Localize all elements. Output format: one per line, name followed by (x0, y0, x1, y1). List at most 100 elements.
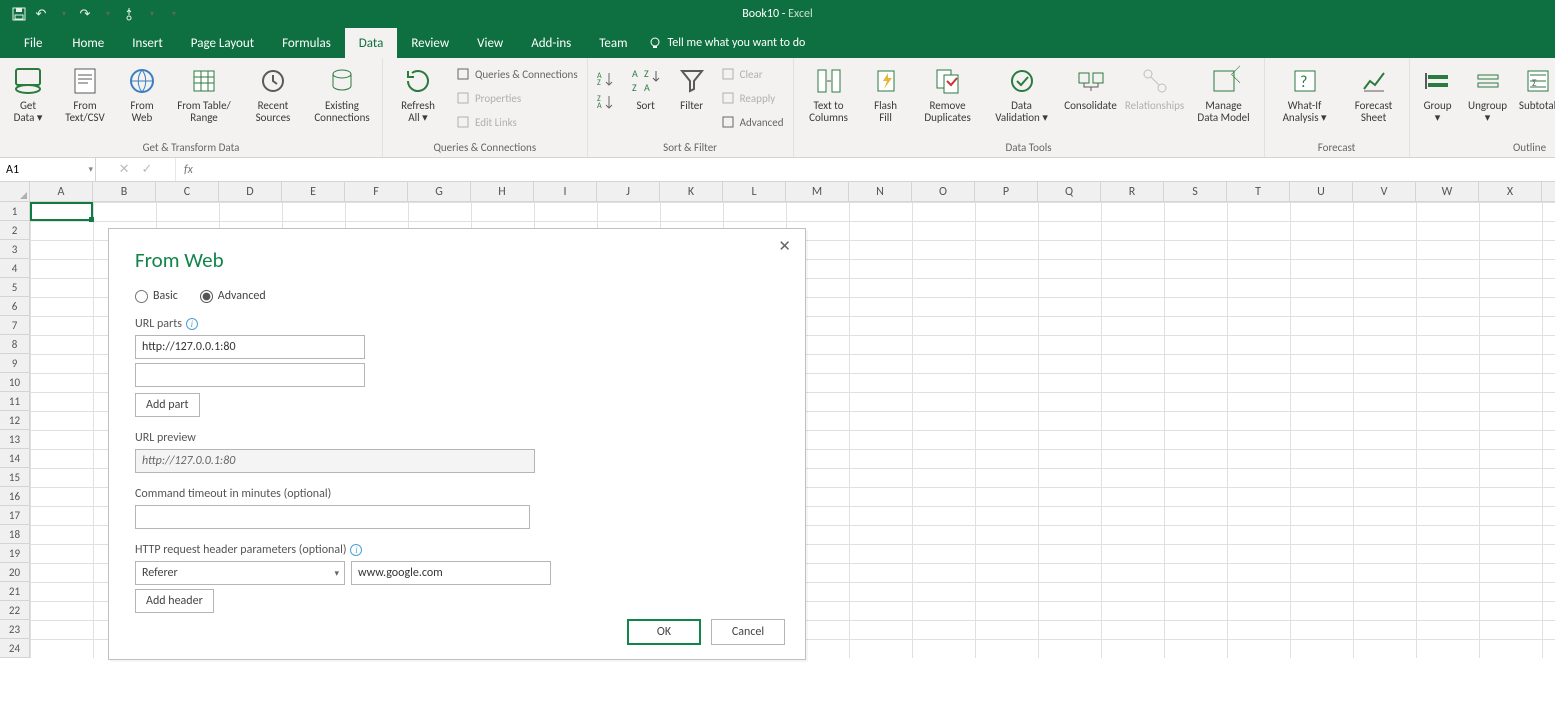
undo-icon[interactable]: ↶ (32, 5, 50, 23)
subtotal-button[interactable]: ΣSubtotal (1514, 61, 1555, 139)
enter-icon[interactable]: ✓ (142, 162, 153, 177)
tab-team[interactable]: Team (585, 28, 641, 58)
tab-data[interactable]: Data (345, 28, 398, 58)
from-table-range-button[interactable]: From Table/Range (168, 61, 240, 139)
close-icon[interactable]: ✕ (772, 235, 797, 258)
row-header[interactable]: 13 (0, 430, 30, 449)
flash-fill-button[interactable]: FlashFill (862, 61, 910, 139)
column-header[interactable]: P (975, 182, 1038, 201)
header-key-combo[interactable]: Referer ▾ (135, 561, 345, 585)
row-header[interactable]: 10 (0, 373, 30, 392)
column-header[interactable]: I (534, 182, 597, 201)
tab-file[interactable]: File (8, 28, 58, 58)
refresh-all-button[interactable]: RefreshAll ▾ (387, 61, 449, 139)
column-header[interactable]: K (660, 182, 723, 201)
active-cell[interactable] (30, 202, 93, 221)
column-header[interactable]: N (849, 182, 912, 201)
column-header[interactable]: O (912, 182, 975, 201)
basic-radio[interactable]: Basic (135, 289, 178, 303)
from-text-csv-button[interactable]: FromText/CSV (54, 61, 116, 139)
touch-mode-icon[interactable] (120, 5, 138, 23)
column-header[interactable]: M (786, 182, 849, 201)
existing-connections-button[interactable]: ExistingConnections (306, 61, 378, 139)
chevron-down-icon[interactable]: ▾ (88, 164, 93, 175)
tab-home[interactable]: Home (58, 28, 118, 58)
row-header[interactable]: 11 (0, 392, 30, 411)
row-header[interactable]: 1 (0, 202, 30, 221)
select-all-corner[interactable] (0, 182, 30, 201)
column-header[interactable]: F (345, 182, 408, 201)
row-header[interactable]: 14 (0, 449, 30, 468)
what-if-analysis-button[interactable]: ?What-IfAnalysis ▾ (1269, 61, 1341, 139)
tab-page-layout[interactable]: Page Layout (177, 28, 268, 58)
tab-insert[interactable]: Insert (118, 28, 177, 58)
timeout-input[interactable] (135, 505, 530, 529)
row-header[interactable]: 22 (0, 601, 30, 620)
column-header[interactable]: L (723, 182, 786, 201)
row-header[interactable]: 9 (0, 354, 30, 373)
cancel-icon[interactable]: ✕ (119, 162, 130, 177)
text-to-columns-button[interactable]: Text toColumns (798, 61, 860, 139)
ungroup-button[interactable]: Ungroup▾ (1464, 61, 1512, 139)
column-header[interactable]: W (1416, 182, 1479, 201)
row-header[interactable]: 12 (0, 411, 30, 430)
recent-sources-button[interactable]: RecentSources (242, 61, 304, 139)
touch-dropdown-icon[interactable] (142, 5, 160, 23)
queries-connections-button[interactable]: Queries & Connections (451, 63, 583, 85)
column-header[interactable]: X (1479, 182, 1542, 201)
sort-za-button[interactable]: AZ (592, 90, 618, 113)
url-part-input-0[interactable] (135, 335, 365, 359)
sort-button[interactable]: AZZASort (624, 61, 668, 139)
forecast-sheet-button[interactable]: ForecastSheet (1343, 61, 1405, 139)
tab-formulas[interactable]: Formulas (268, 28, 345, 58)
manage-data-model-button[interactable]: ManageData Model (1188, 61, 1260, 139)
column-header[interactable]: T (1227, 182, 1290, 201)
column-header[interactable]: G (408, 182, 471, 201)
data-validation-button[interactable]: DataValidation ▾ (986, 61, 1058, 139)
row-header[interactable]: 15 (0, 468, 30, 487)
advanced-button[interactable]: Advanced (716, 111, 789, 133)
filter-button[interactable]: Filter (670, 61, 714, 139)
column-header[interactable]: S (1164, 182, 1227, 201)
row-header[interactable]: 4 (0, 259, 30, 278)
row-header[interactable]: 3 (0, 240, 30, 259)
column-header[interactable]: B (93, 182, 156, 201)
row-header[interactable]: 17 (0, 506, 30, 525)
url-part-input-1[interactable] (135, 363, 365, 387)
customize-qat-icon[interactable] (164, 5, 182, 23)
row-header[interactable]: 7 (0, 316, 30, 335)
column-header[interactable]: R (1101, 182, 1164, 201)
column-header[interactable]: H (471, 182, 534, 201)
info-icon[interactable]: i (186, 318, 198, 330)
fx-icon[interactable]: fx (176, 158, 193, 181)
save-icon[interactable] (10, 5, 28, 23)
row-header[interactable]: 8 (0, 335, 30, 354)
tab-view[interactable]: View (463, 28, 517, 58)
redo-icon[interactable]: ↷ (76, 5, 94, 23)
ok-button[interactable]: OK (627, 619, 701, 645)
row-header[interactable]: 20 (0, 563, 30, 582)
column-header[interactable]: D (219, 182, 282, 201)
row-header[interactable]: 23 (0, 620, 30, 639)
add-part-button[interactable]: Add part (135, 393, 200, 417)
row-header[interactable]: 16 (0, 487, 30, 506)
tab-review[interactable]: Review (397, 28, 463, 58)
row-header[interactable]: 2 (0, 221, 30, 240)
consolidate-button[interactable]: Consolidate (1060, 61, 1122, 139)
row-header[interactable]: 5 (0, 278, 30, 297)
row-header[interactable]: 19 (0, 544, 30, 563)
row-header[interactable]: 6 (0, 297, 30, 316)
from-web-button[interactable]: FromWeb (118, 61, 166, 139)
header-value-input[interactable] (351, 561, 551, 585)
name-box[interactable]: A1 ▾ (0, 158, 96, 181)
tab-add-ins[interactable]: Add-ins (517, 28, 585, 58)
redo-dropdown-icon[interactable] (98, 5, 116, 23)
row-header[interactable]: 18 (0, 525, 30, 544)
advanced-radio[interactable]: Advanced (200, 289, 266, 303)
undo-dropdown-icon[interactable] (54, 5, 72, 23)
group-button[interactable]: Group▾ (1414, 61, 1462, 139)
column-header[interactable]: C (156, 182, 219, 201)
get-data-button[interactable]: GetData ▾ (4, 61, 52, 139)
column-header[interactable]: V (1353, 182, 1416, 201)
tell-me-search[interactable]: Tell me what you want to do (648, 28, 806, 58)
